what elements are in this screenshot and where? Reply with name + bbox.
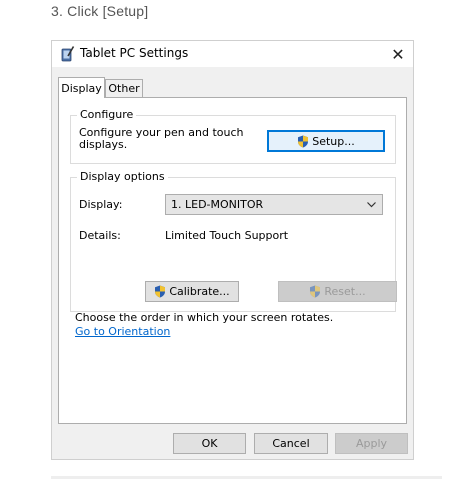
window-title: Tablet PC Settings: [80, 46, 189, 60]
setup-button-label: Setup...: [312, 134, 355, 148]
uac-shield-icon: [310, 285, 321, 298]
close-button[interactable]: ✕: [383, 41, 413, 67]
reset-button[interactable]: Reset...: [278, 281, 397, 302]
setup-button[interactable]: Setup...: [267, 130, 385, 152]
calibrate-button-label: Calibrate...: [169, 285, 230, 298]
reset-button-label: Reset...: [324, 285, 366, 298]
orientation-description: Choose the order in which your screen ro…: [75, 311, 334, 324]
tab-display[interactable]: Display: [58, 77, 105, 98]
configure-description: Configure your pen and touch displays.: [79, 126, 244, 151]
uac-shield-icon: [298, 135, 309, 147]
configure-group: Configure Configure your pen and touch d…: [70, 108, 396, 164]
tablet-pen-icon: [61, 46, 75, 62]
title-bar[interactable]: Tablet PC Settings ✕: [52, 41, 413, 67]
display-select-value: 1. LED-MONITOR: [171, 198, 264, 211]
close-icon: ✕: [391, 44, 405, 64]
chevron-down-icon: [367, 202, 376, 208]
display-options-group: Display options Display: 1. LED-MONITOR …: [70, 170, 397, 312]
details-value: Limited Touch Support: [165, 229, 289, 242]
uac-shield-icon: [155, 285, 166, 298]
tablet-pc-settings-dialog: Tablet PC Settings ✕ Display Other Confi…: [51, 40, 414, 460]
go-to-orientation-link[interactable]: Go to Orientation: [75, 325, 170, 338]
display-tab-panel: Configure Configure your pen and touch d…: [58, 97, 407, 424]
step-caption: 3. Click [Setup]: [51, 3, 149, 19]
display-label: Display:: [79, 198, 123, 211]
configure-legend: Configure: [77, 108, 137, 121]
cancel-button[interactable]: Cancel: [254, 433, 328, 454]
display-select[interactable]: 1. LED-MONITOR: [165, 194, 383, 215]
details-label: Details:: [79, 229, 121, 242]
calibrate-button[interactable]: Calibrate...: [145, 281, 239, 302]
display-options-legend: Display options: [77, 170, 168, 183]
ok-button[interactable]: OK: [173, 433, 246, 454]
apply-button[interactable]: Apply: [335, 433, 408, 454]
tab-other[interactable]: Other: [105, 79, 143, 97]
page-divider: [51, 476, 442, 479]
